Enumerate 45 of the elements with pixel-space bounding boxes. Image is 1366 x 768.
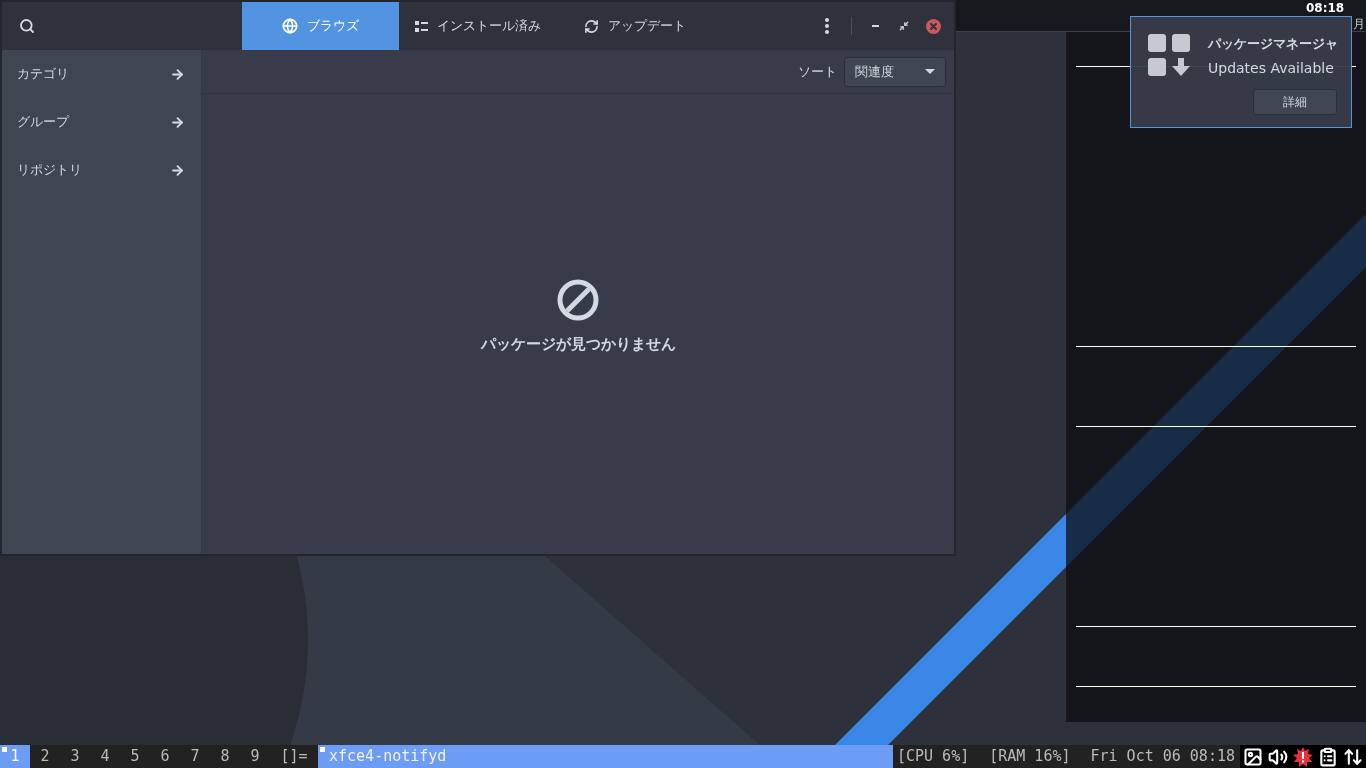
workspace-tag[interactable]: 9 <box>240 745 270 768</box>
speaker-icon[interactable] <box>1268 746 1288 767</box>
arrow-right-icon <box>170 162 185 178</box>
desktop-clock: 08:18 <box>1306 1 1345 15</box>
workspace-tag[interactable]: 7 <box>180 745 210 768</box>
app-grid-download-icon <box>1148 34 1190 76</box>
tab[interactable]: アップデート <box>556 2 713 50</box>
globe-icon <box>282 18 298 34</box>
workspace-tag[interactable]: 2 <box>30 745 60 768</box>
restore-icon <box>899 21 909 31</box>
workspace-tag[interactable]: 3 <box>60 745 90 768</box>
layout-symbol[interactable]: []= <box>270 745 318 768</box>
status-text: [RAM 16%] <box>989 746 1071 768</box>
up-down-arrows-icon[interactable] <box>1343 746 1363 767</box>
caret-icon <box>925 69 935 74</box>
image-icon[interactable] <box>1243 746 1263 767</box>
prohibited-icon <box>557 278 599 321</box>
close-icon <box>925 18 941 34</box>
tab[interactable]: インストール済み <box>399 2 556 50</box>
desktop-date: 月 <box>1353 17 1365 31</box>
window-title: xfce4-notifyd <box>329 746 447 768</box>
kebab-icon <box>825 18 829 34</box>
arrow-right-icon <box>170 66 185 82</box>
list-icon <box>414 20 428 32</box>
refresh-icon <box>583 18 599 34</box>
empty-message: パッケージが見つかりません <box>480 333 676 355</box>
notification-title: パッケージマネージャ <box>1208 35 1338 53</box>
search-icon <box>19 18 35 34</box>
sort-dropdown[interactable]: 関連度 <box>844 56 946 87</box>
arrow-right-icon <box>170 114 185 130</box>
sidebar-item[interactable]: リポジトリ <box>2 146 201 194</box>
workspace-tag[interactable]: 5 <box>120 745 150 768</box>
notification-body: Updates Available <box>1208 59 1335 78</box>
minimize-icon <box>871 25 879 27</box>
sidebar-item[interactable]: カテゴリ <box>2 50 201 98</box>
workspace-tag[interactable]: 8 <box>210 745 240 768</box>
workspace-tag[interactable]: 6 <box>150 745 180 768</box>
status-text: Fri Oct 06 08:18 <box>1090 746 1235 768</box>
warning-burst-icon[interactable] <box>1293 746 1313 767</box>
sort-label: ソート <box>798 62 837 81</box>
sidebar-item[interactable]: グループ <box>2 98 201 146</box>
clipboard-icon[interactable] <box>1318 746 1338 767</box>
status-text: [CPU 6%] <box>896 746 970 768</box>
details-button[interactable]: 詳細 <box>1253 89 1337 115</box>
workspace-tag[interactable]: 4 <box>90 745 120 768</box>
